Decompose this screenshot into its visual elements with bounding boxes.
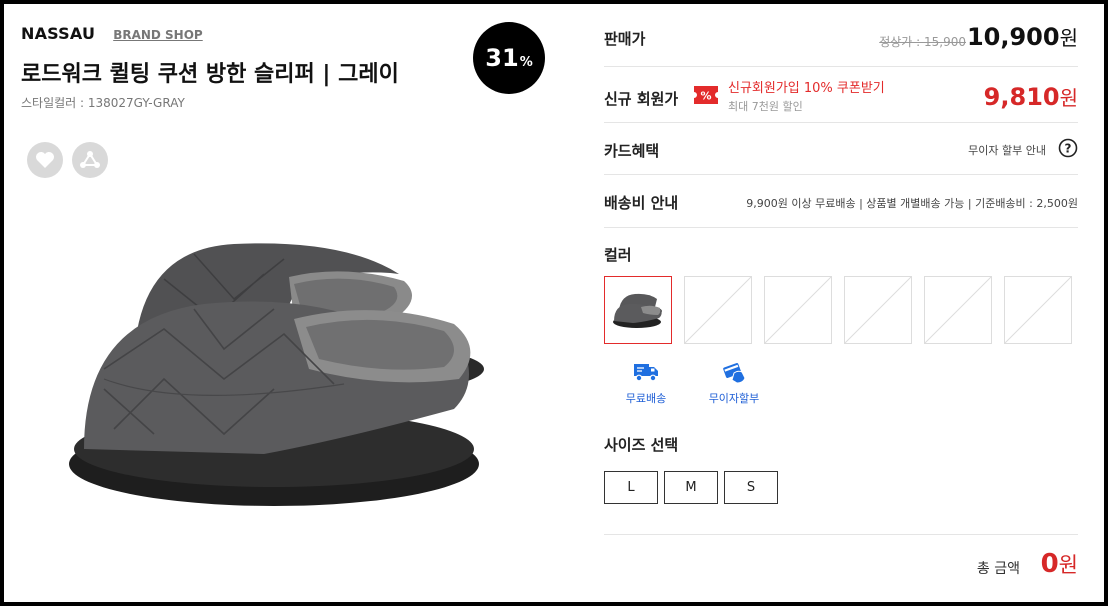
shipping-info: 9,900원 이상 무료배송 | 상품별 개별배송 가능 | 기준배송비 : 2… xyxy=(746,197,1078,210)
total-price-unit: 원 xyxy=(1058,553,1078,577)
color-swatch-empty[interactable] xyxy=(684,276,752,344)
empty-swatch-slash xyxy=(685,277,751,343)
sale-price-number: 10,900 xyxy=(966,23,1060,51)
free-shipping-badge: 무료배송 xyxy=(616,359,676,406)
total-label: 총 금액 xyxy=(976,561,1020,577)
discount-symbol: % xyxy=(519,54,533,70)
product-title: 로드워크 퀼팅 쿠션 방한 슬리퍼 | 그레이 xyxy=(21,62,399,87)
size-option-m[interactable]: M xyxy=(664,471,718,504)
svg-text:?: ? xyxy=(1065,142,1072,156)
brand-name: NASSAU xyxy=(21,24,96,43)
benefit-badges: 무료배송 무이자할부 xyxy=(616,359,764,406)
member-price-row: 신규 회원가 % 신규회원가입 10% 쿠폰받기 최대 7천원 할인 9,810… xyxy=(604,67,1078,123)
color-swatch-empty[interactable] xyxy=(924,276,992,344)
price-row: 판매가 정상가 : 15,900 10,900원 xyxy=(604,4,1078,67)
total-price: 0원 xyxy=(1041,549,1078,579)
original-price: 정상가 : 15,900 xyxy=(879,35,966,49)
member-price-unit: 원 xyxy=(1059,86,1078,110)
installment-info: 무이자 할부 안내 xyxy=(968,144,1046,157)
installment-badge: 무이자할부 xyxy=(704,359,764,406)
product-image xyxy=(69,243,484,506)
coupon-percent-icon: % xyxy=(694,86,718,104)
share-icon xyxy=(80,151,100,168)
slipper-thumbnail xyxy=(613,293,662,328)
product-detail-page: NASSAU BRAND SHOP 로드워크 퀼팅 쿠션 방한 슬리퍼 | 그레… xyxy=(4,4,1104,602)
size-select-label: 사이즈 선택 xyxy=(604,436,679,454)
size-options: L M S xyxy=(604,471,778,504)
heart-icon xyxy=(36,152,54,168)
delivery-truck-icon xyxy=(634,364,658,382)
total-divider xyxy=(604,534,1078,535)
share-button[interactable] xyxy=(72,142,108,178)
color-swatch-empty[interactable] xyxy=(1004,276,1072,344)
card-benefit-row: 카드혜택 무이자 할부 안내 ? xyxy=(604,123,1078,175)
shipping-label: 배송비 안내 xyxy=(604,194,679,212)
empty-swatch-slash xyxy=(845,277,911,343)
discount-number: 31 xyxy=(485,44,519,72)
sale-price-unit: 원 xyxy=(1059,26,1078,50)
color-label: 컬러 xyxy=(604,246,632,264)
wishlist-button[interactable] xyxy=(27,142,63,178)
free-shipping-label: 무료배송 xyxy=(625,392,667,405)
coupon-download-link[interactable]: 신규회원가입 10% 쿠폰받기 xyxy=(728,77,885,96)
color-swatch-empty[interactable] xyxy=(844,276,912,344)
color-swatch-empty[interactable] xyxy=(764,276,832,344)
member-price: 9,810원 xyxy=(984,82,1078,111)
size-option-s[interactable]: S xyxy=(724,471,778,504)
empty-swatch-slash xyxy=(925,277,991,343)
color-swatches xyxy=(604,276,1072,344)
question-mark-icon[interactable]: ? xyxy=(1058,138,1078,158)
price-label: 판매가 xyxy=(604,30,646,48)
card-installment-icon xyxy=(723,362,746,384)
size-option-l[interactable]: L xyxy=(604,471,658,504)
total-price-number: 0 xyxy=(1040,549,1059,579)
discount-badge: 31 % xyxy=(473,22,545,94)
empty-swatch-slash xyxy=(1005,277,1071,343)
shipping-row: 배송비 안내 9,900원 이상 무료배송 | 상품별 개별배송 가능 | 기준… xyxy=(604,175,1078,228)
style-color: 스타일컬러 : 138027GY-GRAY xyxy=(21,96,185,110)
svg-text:%: % xyxy=(700,90,711,103)
coupon-max-discount: 최대 7천원 할인 xyxy=(728,100,803,113)
brand-row: NASSAU BRAND SHOP xyxy=(21,24,203,43)
color-swatch-gray[interactable] xyxy=(604,276,672,344)
empty-swatch-slash xyxy=(765,277,831,343)
sale-price: 10,900원 xyxy=(967,22,1078,51)
card-benefit-label: 카드혜택 xyxy=(604,142,660,160)
member-price-number: 9,810 xyxy=(983,83,1060,111)
brand-shop-link[interactable]: BRAND SHOP xyxy=(113,28,203,42)
member-price-label: 신규 회원가 xyxy=(604,90,679,108)
installment-label: 무이자할부 xyxy=(708,392,760,405)
